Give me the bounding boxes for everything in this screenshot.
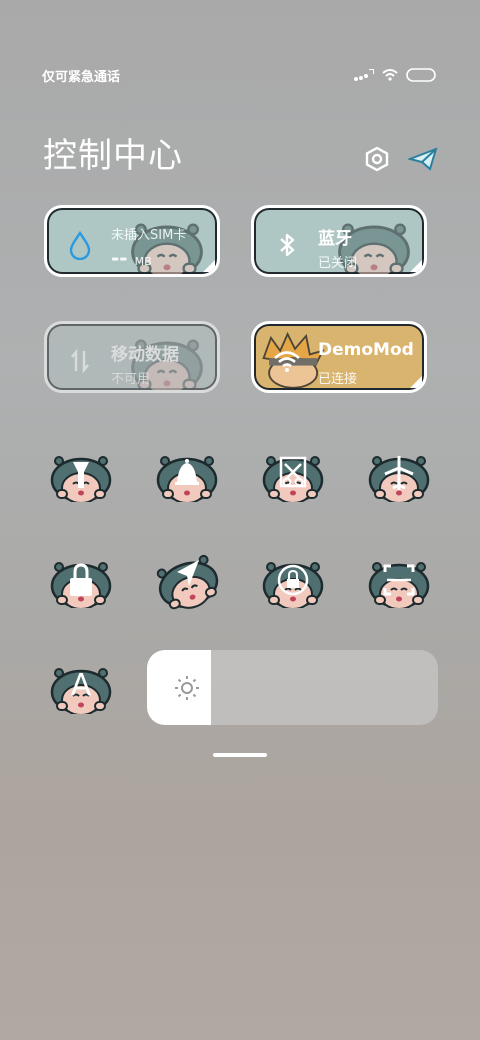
toggle-auto-brightness[interactable]: A <box>49 660 113 717</box>
airplane-icon <box>384 456 414 490</box>
page-title: 控制中心 <box>43 136 183 176</box>
lock-icon <box>70 563 92 596</box>
tile-label: 移动数据 <box>111 345 179 365</box>
wifi-icon <box>382 69 398 81</box>
tile-label: DemoMod <box>318 340 414 360</box>
tile-corner <box>410 260 422 272</box>
brightness-slider[interactable] <box>147 650 438 725</box>
signal-icon <box>354 69 374 81</box>
home-indicator[interactable] <box>213 753 267 757</box>
edit-icon[interactable] <box>408 146 438 172</box>
toggle-rotation-lock[interactable] <box>261 554 325 611</box>
bell-icon <box>175 459 199 485</box>
status-bar: 仅可紧急通话 <box>42 66 436 86</box>
toggle-screenshot[interactable] <box>261 448 325 505</box>
tile-sublabel: 已连接 <box>318 372 358 387</box>
rotation-lock-icon <box>277 564 309 596</box>
tile-label: 未插入SIM卡 <box>111 228 187 243</box>
tile-corner <box>410 376 422 388</box>
tile-bluetooth[interactable]: 蓝牙 已关闭 <box>251 205 427 277</box>
data-usage-value: -- MB <box>111 246 152 270</box>
tile-sublabel: 已关闭 <box>318 256 358 271</box>
settings-icon[interactable] <box>364 146 390 172</box>
toggle-flashlight[interactable] <box>49 448 113 505</box>
bluetooth-icon <box>280 233 295 257</box>
tile-label: 蓝牙 <box>318 229 352 249</box>
location-icon <box>177 560 199 586</box>
carrier-text: 仅可紧急通话 <box>42 70 121 85</box>
wifi-icon <box>274 351 300 372</box>
auto-brightness-icon: A <box>70 668 92 703</box>
toggle-location[interactable] <box>152 550 225 617</box>
toggle-scanner[interactable] <box>367 554 431 611</box>
data-arrows-icon <box>71 348 89 374</box>
battery-icon <box>406 68 436 82</box>
screenshot-icon <box>279 456 307 488</box>
toggle-lock-screen[interactable] <box>49 554 113 611</box>
flashlight-icon <box>73 462 89 488</box>
water-drop-icon <box>69 230 91 260</box>
tile-mobile-data[interactable]: 移动数据 不可用 <box>44 321 220 393</box>
scanner-icon <box>383 564 415 596</box>
tile-data-usage[interactable]: 未插入SIM卡 -- MB <box>44 205 220 277</box>
toggle-sound[interactable] <box>155 448 219 505</box>
tile-sublabel: 不可用 <box>111 372 151 387</box>
toggle-airplane[interactable] <box>367 448 431 505</box>
tile-wifi[interactable]: DemoMod 已连接 <box>251 321 427 393</box>
sun-icon <box>175 676 199 700</box>
tile-corner <box>203 260 215 272</box>
